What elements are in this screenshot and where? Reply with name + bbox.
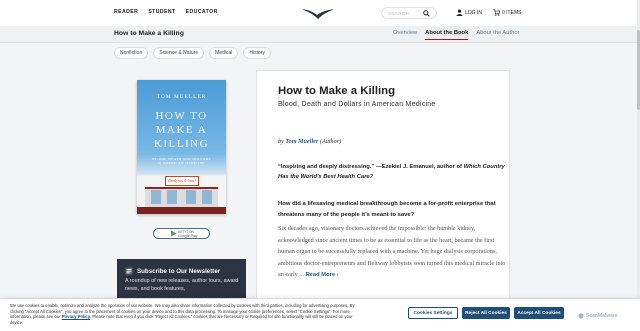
search-placeholder: SEARCH: [388, 11, 410, 16]
search-input[interactable]: SEARCH: [381, 7, 437, 19]
author-link[interactable]: Tom Mueller: [285, 138, 318, 145]
cover-floor: [137, 207, 226, 214]
cover-subtitle-line: in AMERICAN MEDICINE: [158, 161, 205, 165]
cart-label: 0 ITEMS: [502, 9, 522, 16]
book-cover[interactable]: TOM MUELLER HOW TO MAKE A KILLING BLOOD,…: [137, 80, 226, 214]
author-role: (Author): [319, 138, 342, 145]
cookie-text: We use cookies to enable, optimize and a…: [10, 303, 362, 326]
login-link[interactable]: LOG IN: [456, 9, 482, 16]
cover-title: HOW TO MAKE A KILLING: [137, 109, 226, 151]
newsletter-icon: [125, 267, 133, 275]
cover-subtitle: BLOOD, DEATH AND DOLLARS in AMERICAN MED…: [137, 157, 226, 165]
book-subtitle: Blood, Death and Dollars in American Med…: [278, 101, 436, 108]
description-text: Six decades ago, visionary doctors achie…: [278, 225, 506, 279]
tab-overview[interactable]: Overview: [393, 30, 417, 40]
cover-window: [151, 190, 161, 204]
blurb-quote: “Inspiring and deeply distressing.” —Eze…: [278, 163, 506, 182]
byline: by Tom Mueller (Author): [278, 138, 341, 145]
tab-about-the-book[interactable]: About the Book: [425, 30, 469, 40]
book-details-card: How to Make a Killing Blood, Death and D…: [256, 70, 510, 310]
cover-window: [202, 190, 212, 204]
page: READER STUDENT EDUCATOR SEARCH LOG IN 0 …: [0, 0, 640, 331]
nav-link-educator[interactable]: EDUCATOR: [186, 9, 218, 15]
cover-title-line: KILLING: [153, 138, 210, 150]
book-title: How to Make a Killing: [278, 85, 396, 97]
cookie-banner: We use cookies to enable, optimize and a…: [0, 298, 640, 331]
cart-link[interactable]: 0 ITEMS: [493, 9, 521, 16]
search-icon[interactable]: [423, 10, 430, 17]
nav-link-reader[interactable]: READER: [114, 9, 138, 15]
category-nonfiction[interactable]: Nonfiction: [114, 47, 149, 59]
user-icon: [456, 9, 463, 16]
watermark-text: ScanMalware: [586, 313, 618, 319]
cover-window: [167, 190, 177, 204]
newsletter-body: A roundup of new releases, author tours,…: [125, 278, 239, 292]
book-tabs: Overview About the Book About the Author: [393, 30, 520, 40]
bird-logo-icon[interactable]: [301, 6, 335, 20]
login-label: LOG IN: [465, 9, 482, 16]
read-more-link[interactable]: Read More ›: [306, 272, 339, 278]
category-pills: Nonfiction Science & Nature Medical Hist…: [114, 47, 271, 59]
cover-title-line: HOW TO: [155, 110, 208, 122]
cover-title-line: MAKE A: [155, 124, 208, 136]
newsletter-header: Subscribe to Our Newsletter: [125, 267, 220, 275]
blurb-text: “Inspiring and deeply distressing.” —Eze…: [278, 164, 462, 170]
cookies-settings-button[interactable]: Cookies Settings: [408, 307, 458, 319]
subheader-title: How to Make a Killing: [114, 30, 184, 37]
category-history[interactable]: History: [243, 47, 271, 59]
newsletter-heading: Subscribe to Our Newsletter: [137, 267, 221, 275]
shield-icon: [578, 313, 584, 319]
top-nav: READER STUDENT EDUCATOR SEARCH LOG IN 0 …: [0, 0, 640, 26]
scanmalware-watermark: ScanMalware: [578, 313, 618, 319]
cover-clinic-sign: Dialysis 4-You!: [165, 176, 199, 186]
category-science-nature[interactable]: Science & Nature: [153, 47, 205, 59]
cart-icon: [493, 9, 500, 16]
book-lead: How did a lifesaving medical breakthroug…: [278, 201, 496, 218]
cover-author: TOM MUELLER: [156, 94, 207, 100]
nav-link-student[interactable]: STUDENT: [148, 9, 175, 15]
byline-prefix: by: [278, 138, 284, 145]
book-subheader: How to Make a Killing Overview About the…: [0, 26, 640, 43]
reject-all-cookies-button[interactable]: Reject All Cookies: [462, 307, 510, 319]
tab-about-the-author[interactable]: About the Author: [476, 30, 519, 40]
cover-window: [186, 190, 196, 204]
google-play-label: Google Play: [178, 234, 198, 238]
audience-links: READER STUDENT EDUCATOR: [114, 9, 218, 15]
google-play-button[interactable]: GET IT ON Google Play: [153, 228, 210, 239]
privacy-policy-link[interactable]: Privacy Policy: [62, 314, 90, 319]
category-medical[interactable]: Medical: [209, 47, 239, 59]
book-description: Six decades ago, visionary doctors achie…: [278, 223, 506, 282]
accept-all-cookies-button[interactable]: Accept All Cookies: [514, 307, 564, 319]
